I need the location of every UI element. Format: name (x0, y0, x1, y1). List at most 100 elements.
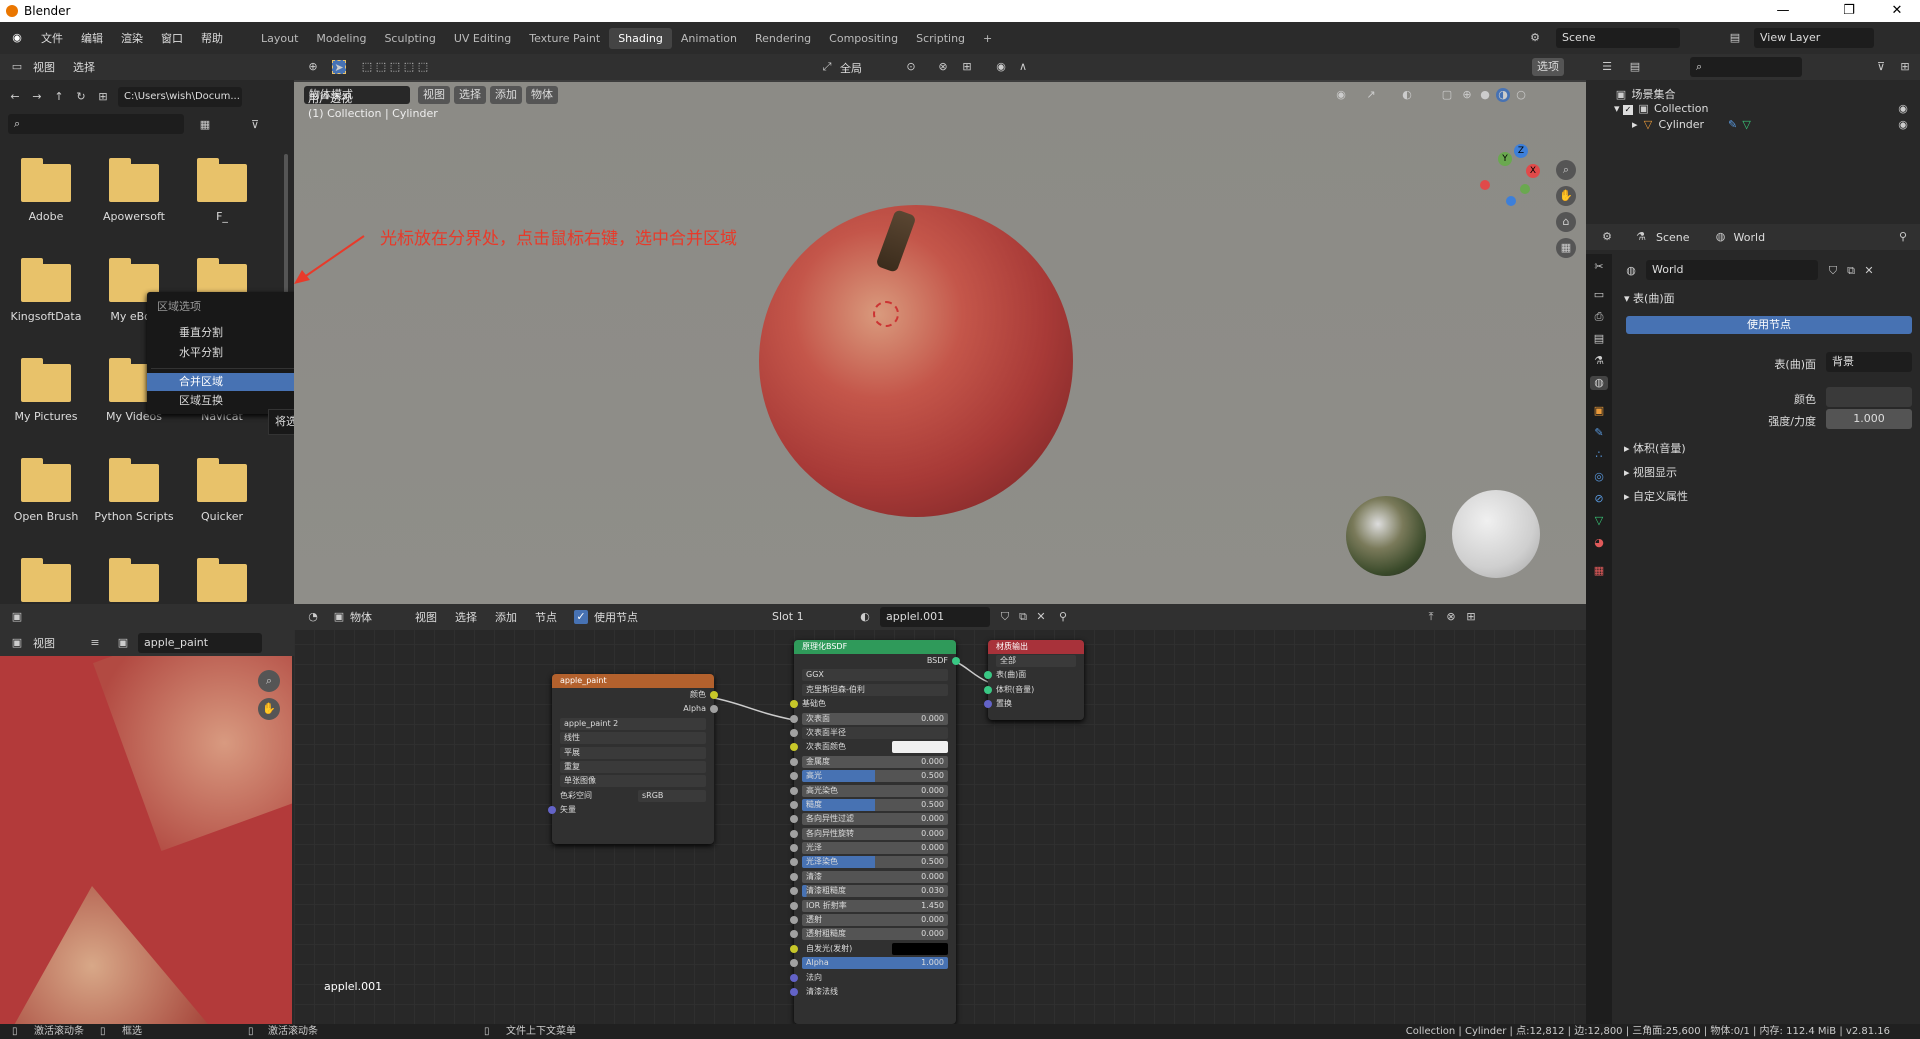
gizmo-z-axis[interactable]: Z (1514, 144, 1528, 158)
socket-surface[interactable] (984, 671, 992, 680)
image-texture-node[interactable]: apple_paint 颜色 Alpha apple_paint 2 线性 平展… (548, 674, 718, 844)
folder-item[interactable]: Python Scripts (94, 458, 174, 523)
outliner-row-cylinder[interactable]: ▸ ▽ Cylinder ✎ ▽ ◉ (1632, 118, 1914, 132)
tab-scripting[interactable]: Scripting (907, 28, 974, 49)
menu-edit[interactable]: 编辑 (72, 30, 112, 46)
volume-panel-header[interactable]: ▸ 体积(音量) (1624, 440, 1686, 456)
node-header[interactable]: 材质输出 (988, 640, 1084, 654)
node-header[interactable]: 原理化BSDF (794, 640, 956, 654)
mesh-data-icon[interactable]: ▽ (1740, 118, 1754, 132)
editor-type-icon[interactable]: ▭ (10, 60, 24, 74)
select-tool-icon[interactable]: ➤ (332, 60, 346, 74)
new-folder-icon[interactable]: ⊞ (96, 90, 110, 104)
view-layer-field[interactable]: View Layer (1754, 28, 1874, 48)
folder-item[interactable]: KingsoftData (6, 258, 86, 323)
xray-icon[interactable]: ▢ (1440, 88, 1454, 102)
principled-bsdf-node[interactable]: 原理化BSDF BSDF GGX 克里斯坦森-伯利 基础色 次表面 0.000 次表… (790, 640, 960, 1024)
bsdf-value-field[interactable]: 高光 0.500 (802, 770, 948, 783)
color-swatch[interactable] (892, 741, 948, 754)
navigation-gizmo[interactable]: Y Z X (1480, 144, 1540, 210)
filebrowser-menu-select[interactable]: 选择 (64, 59, 104, 75)
input-socket[interactable] (790, 743, 798, 752)
tab-sculpting[interactable]: Sculpting (375, 28, 444, 49)
render-tab-icon[interactable]: ▭ (1592, 288, 1606, 302)
input-socket[interactable] (790, 872, 798, 881)
overlay-icon[interactable]: ◐ (1400, 88, 1414, 102)
pan-hand-icon[interactable]: ✋ (1556, 186, 1576, 206)
scene-tab-icon[interactable]: ⚗ (1592, 354, 1606, 368)
input-socket[interactable] (790, 916, 798, 925)
tab-shading[interactable]: Shading (609, 27, 672, 49)
folder-item[interactable]: Quicker (182, 458, 262, 523)
eye-icon[interactable]: ◉ (1896, 102, 1910, 116)
folder-item[interactable]: My Pictures (6, 358, 86, 423)
color-swatch[interactable] (1826, 387, 1912, 407)
snap-target-icon[interactable]: ⊞ (960, 60, 974, 74)
unlink-world-icon[interactable]: ✕ (1862, 264, 1876, 278)
interpolation-dropdown[interactable]: 线性 (560, 732, 706, 745)
filter-icon[interactable]: ⊽ (248, 118, 262, 132)
menu-help[interactable]: 帮助 (192, 30, 232, 46)
camera-icon[interactable]: ⌂ (1556, 212, 1576, 232)
bsdf-value-field[interactable]: 清漆粗糙度 0.030 (802, 885, 948, 898)
folder-item[interactable]: Adobe (6, 158, 86, 223)
outliner-row-scene-collection[interactable]: ▣ 场景集合 (1614, 86, 1676, 102)
bsdf-value-field[interactable]: 光泽 0.000 (802, 842, 948, 855)
editor-type-icon[interactable]: ⊕ (306, 60, 320, 74)
gizmo-x-axis[interactable]: X (1526, 164, 1540, 178)
expand-arrow-icon[interactable]: ▸ (1632, 118, 1638, 131)
particles-tab-icon[interactable]: ∴ (1592, 448, 1606, 462)
bsdf-value-field[interactable]: 糙度 0.500 (802, 798, 948, 811)
gizmo-neg-y[interactable] (1520, 184, 1530, 194)
socket-displacement[interactable] (984, 700, 992, 709)
tab-uv-editing[interactable]: UV Editing (445, 28, 520, 49)
bsdf-value-field[interactable]: 次表面颜色 (802, 741, 948, 754)
subsurface-method-dropdown[interactable]: 克里斯坦森-伯利 (802, 683, 948, 696)
input-socket[interactable] (790, 959, 798, 968)
modifier-wrench-icon[interactable]: ✎ (1726, 118, 1740, 132)
parent-dir-icon[interactable]: ↑ (52, 90, 66, 104)
color-swatch[interactable] (892, 942, 948, 955)
falloff-icon[interactable]: ∧ (1016, 60, 1030, 74)
input-socket[interactable] (790, 800, 798, 809)
apple-object[interactable] (759, 205, 1073, 517)
pan-hand-icon[interactable]: ✋ (258, 698, 280, 720)
menu-render[interactable]: 渲染 (112, 30, 152, 46)
image-selector[interactable]: apple_paint 2 (560, 717, 706, 730)
proportional-edit-icon[interactable]: ◉ (994, 60, 1008, 74)
shader-node-editor[interactable]: ◔ ▣ 物体 视图 选择 添加 节点 ✓ 使用节点 Slot 1 ◐ apple… (294, 604, 1586, 1024)
image-editor[interactable]: ▣ ▣ 视图 ≡ ▣ apple_paint ⌕ ✋ (0, 604, 294, 1024)
input-socket[interactable] (790, 944, 798, 953)
fake-user-shield-icon[interactable]: ⛉ (1826, 264, 1840, 278)
socket-bsdf[interactable] (952, 657, 960, 665)
material-output-node[interactable]: 材质输出 全部 表(曲)面 体积(音量) 置换 (984, 640, 1084, 720)
menu-window[interactable]: 窗口 (152, 30, 192, 46)
zoom-icon[interactable]: ⌕ (1556, 160, 1576, 180)
viewport-menu-add[interactable]: 添加 (490, 86, 522, 104)
output-tab-icon[interactable]: ⎙ (1592, 310, 1606, 324)
custom-props-panel-header[interactable]: ▸ 自定义属性 (1624, 488, 1688, 504)
close-button[interactable]: ✕ (1874, 0, 1920, 22)
surface-panel-header[interactable]: ▾ 表(曲)面 (1624, 290, 1675, 306)
world-browse-icon[interactable]: ◍ (1624, 264, 1638, 278)
bsdf-value-field[interactable]: IOR 折射率 1.450 (802, 899, 948, 912)
folder-item[interactable]: F_ (182, 158, 262, 223)
world-name-field[interactable]: World (1646, 260, 1818, 280)
minimize-button[interactable]: — (1760, 0, 1806, 22)
gizmo-neg-x[interactable] (1480, 180, 1490, 190)
filter-icon[interactable]: ⊽ (1874, 60, 1888, 74)
viewport-menu-select[interactable]: 选择 (454, 86, 486, 104)
socket-color[interactable] (710, 691, 718, 699)
shading-material-icon[interactable]: ◑ (1496, 88, 1510, 102)
shading-wireframe-icon[interactable]: ⊕ (1460, 88, 1474, 102)
bsdf-value-field[interactable]: 次表面 0.000 (802, 712, 948, 725)
input-socket[interactable] (790, 772, 798, 781)
bsdf-value-field[interactable]: 各向异性旋转 0.000 (802, 827, 948, 840)
scene-field[interactable]: Scene (1556, 28, 1680, 48)
menu-file[interactable]: 文件 (32, 30, 72, 46)
socket-base-color[interactable] (790, 700, 798, 709)
apple-texture-canvas[interactable]: ⌕ ✋ (0, 656, 292, 1024)
shading-solid-icon[interactable]: ● (1478, 88, 1492, 102)
folder-item[interactable]: Open Brush (6, 458, 86, 523)
target-dropdown[interactable]: 全部 (996, 655, 1076, 667)
